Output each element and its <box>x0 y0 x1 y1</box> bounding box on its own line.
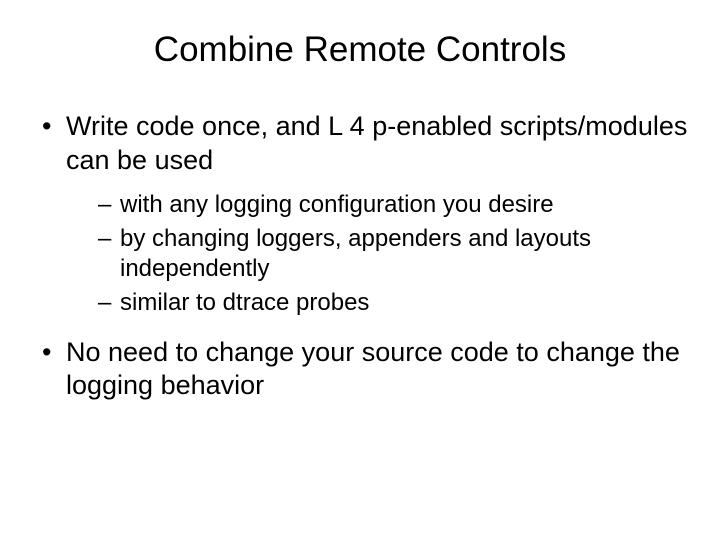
sub-bullet-item: with any logging configuration you desir… <box>98 190 690 220</box>
bullet-text: No need to change your source code to ch… <box>66 337 680 401</box>
slide-title: Combine Remote Controls <box>30 30 690 70</box>
bullet-list: Write code once, and L 4 p-enabled scrip… <box>38 110 690 403</box>
sub-bullet-text: by changing loggers, appenders and layou… <box>120 225 591 282</box>
bullet-item: Write code once, and L 4 p-enabled scrip… <box>38 110 690 318</box>
bullet-text: Write code once, and L 4 p-enabled scrip… <box>66 111 687 175</box>
bullet-item: No need to change your source code to ch… <box>38 336 690 404</box>
sub-bullet-list: with any logging configuration you desir… <box>98 190 690 318</box>
sub-bullet-text: with any logging configuration you desir… <box>120 191 554 218</box>
sub-bullet-text: similar to dtrace probes <box>120 289 369 316</box>
sub-bullet-item: similar to dtrace probes <box>98 288 690 318</box>
slide: Combine Remote Controls Write code once,… <box>0 0 720 540</box>
sub-bullet-item: by changing loggers, appenders and layou… <box>98 224 690 284</box>
